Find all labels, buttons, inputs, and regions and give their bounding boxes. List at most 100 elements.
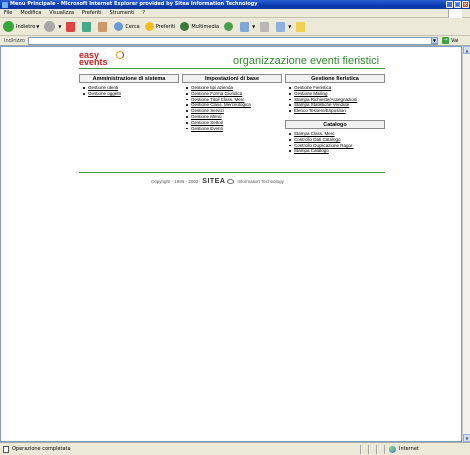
- menu-help[interactable]: ?: [142, 10, 145, 16]
- print-button[interactable]: [260, 21, 271, 32]
- link-stampa-richieste[interactable]: Stampa Richieste/Assegnazioni: [294, 97, 357, 102]
- go-button[interactable]: → Vai: [441, 37, 459, 44]
- mail-icon: [240, 21, 250, 32]
- link-stampa-catalogo[interactable]: Stampa Catalogo: [294, 148, 329, 153]
- home-button[interactable]: [98, 21, 109, 32]
- forward-arrow-icon: [44, 21, 56, 32]
- link-settori[interactable]: Gestione Settori: [191, 120, 223, 125]
- divider-top: [79, 68, 385, 69]
- menu-bar: File Modifica Visualizza Preferiti Strum…: [0, 9, 470, 18]
- page-icon: [3, 445, 9, 453]
- link-gestione-mailing[interactable]: Gestione Mailing: [294, 91, 328, 96]
- section-admin: Amministrazione di sistema Gestione uten…: [79, 74, 179, 97]
- link-elenco-tessere[interactable]: Elenco Tessere/Espositori: [294, 108, 346, 113]
- list-item: Gestione Eventi: [186, 126, 282, 132]
- edit-button[interactable]: ▼: [276, 21, 292, 32]
- minimize-button[interactable]: _: [446, 1, 453, 8]
- link-gestione-utenti[interactable]: Gestione utenti: [88, 85, 118, 90]
- link-eventi[interactable]: Gestione Eventi: [191, 126, 223, 131]
- favorites-label: Preferiti: [155, 23, 176, 30]
- media-icon: [180, 22, 190, 31]
- footer-tagline: Information Technology: [237, 179, 284, 184]
- multimedia-label: Multimedia: [191, 23, 220, 30]
- section-admin-title: Amministrazione di sistema: [79, 74, 179, 83]
- back-button[interactable]: Indietro ▼: [3, 21, 39, 32]
- footer: Copyright - 1996 - 2002 SITEA Informatio…: [151, 178, 284, 185]
- go-label: Vai: [450, 37, 459, 44]
- home-icon: [98, 21, 108, 32]
- history-button[interactable]: [224, 22, 235, 31]
- chevron-down-icon: ▼: [252, 24, 256, 29]
- refresh-button[interactable]: [82, 21, 93, 32]
- section-settings: Impostazioni di base Gestione tipi azien…: [182, 74, 282, 131]
- messenger-button[interactable]: [296, 21, 307, 32]
- zone-label: Internet: [399, 446, 419, 452]
- menu-modifica[interactable]: Modifica: [20, 10, 41, 16]
- divider-bottom: [79, 172, 385, 173]
- close-button[interactable]: ×: [462, 1, 469, 8]
- star-icon: [144, 22, 154, 31]
- menu-strumenti[interactable]: Strumenti: [110, 10, 135, 16]
- refresh-icon: [82, 21, 92, 32]
- link-stampa-statistiche[interactable]: Stampa Statistiche Vendute: [294, 102, 349, 107]
- menu-preferiti[interactable]: Preferiti: [82, 10, 102, 16]
- maximize-button[interactable]: □: [454, 1, 461, 8]
- chevron-down-icon: ▼: [36, 24, 40, 29]
- address-dropdown[interactable]: ▼: [430, 37, 438, 44]
- link-titoli-class-merc[interactable]: Gestione Titoli Class. Merc: [191, 97, 245, 102]
- status-message: Operazione completata: [12, 446, 71, 452]
- scroll-down-icon[interactable]: ▼: [463, 434, 470, 442]
- easy-events-logo: easy events: [79, 51, 127, 67]
- link-servizi[interactable]: Gestione Servizi: [191, 108, 224, 113]
- section-catalog-title: Catalogo: [285, 119, 385, 129]
- logo-line-2: events: [79, 57, 108, 67]
- stop-icon: [66, 21, 76, 32]
- link-class-merceologica[interactable]: Gestione Class. Merceologica: [191, 102, 251, 107]
- link-forma-giuridica[interactable]: Gestione Forma Giuridica: [191, 91, 242, 96]
- menu-file[interactable]: File: [4, 10, 12, 16]
- forward-button[interactable]: ▼: [44, 21, 61, 32]
- toolbar: Indietro ▼ ▼ Cerca Preferiti Multimedia …: [0, 18, 470, 36]
- back-arrow-icon: [3, 21, 14, 32]
- page-content: easy events organizzazione eventi fieris…: [0, 46, 462, 442]
- sitea-swirl-icon: [227, 179, 235, 184]
- link-tipi-azienda[interactable]: Gestione tipi azienda: [191, 85, 233, 90]
- favorites-button[interactable]: Preferiti: [144, 22, 176, 31]
- link-stampa-class-merc[interactable]: Stampa Class. Merc: [294, 131, 335, 136]
- address-bar: Indirizzo ▼ → Vai: [0, 36, 470, 46]
- folder-icon: [296, 21, 306, 32]
- window-title-bar[interactable]: Menu Principale - Microsoft Internet Exp…: [0, 0, 470, 9]
- logo-swirl-icon: [116, 51, 124, 59]
- search-button[interactable]: Cerca: [114, 22, 140, 31]
- list-item: Gestione oggetti: [83, 91, 179, 97]
- edit-icon: [276, 21, 286, 32]
- section-fair-title: Gestione fieristica: [285, 74, 385, 83]
- security-zone: Internet: [384, 444, 470, 454]
- chevron-down-icon: ▼: [288, 24, 292, 29]
- menu-visualizza[interactable]: Visualizza: [49, 10, 74, 16]
- link-controllo-duplicazione[interactable]: Controllo Duplicazione Ragor.: [294, 143, 354, 148]
- address-input[interactable]: [27, 36, 438, 45]
- link-gestione-fieristica[interactable]: Gestione Fieristica: [294, 85, 331, 90]
- search-label: Cerca: [125, 23, 140, 30]
- history-icon: [224, 22, 234, 31]
- list-item: Stampa Catalogo: [289, 148, 385, 154]
- list-item: Elenco Tessere/Espositori: [289, 108, 385, 114]
- status-cell: [360, 444, 368, 454]
- link-controllo-dati-catalogo[interactable]: Controllo Dati Catalogo: [294, 137, 341, 142]
- status-cell: [368, 444, 376, 454]
- link-menu[interactable]: Gestione Menù: [191, 114, 222, 119]
- ie-icon: [2, 1, 8, 8]
- stop-button[interactable]: [66, 21, 77, 32]
- mail-button[interactable]: ▼: [240, 21, 256, 32]
- windows-logo-icon: [448, 9, 462, 18]
- link-gestione-oggetti[interactable]: Gestione oggetti: [88, 91, 121, 96]
- vertical-scrollbar[interactable]: ▲ ▼: [462, 46, 470, 442]
- page-title: organizzazione eventi fieristici: [233, 55, 380, 67]
- globe-icon: [389, 445, 396, 453]
- sitea-logo: SITEA: [202, 178, 226, 185]
- go-arrow-icon: →: [441, 37, 449, 44]
- scroll-up-icon[interactable]: ▲: [463, 46, 470, 54]
- multimedia-button[interactable]: Multimedia: [180, 22, 219, 31]
- status-bar: Operazione completata Internet: [0, 442, 470, 455]
